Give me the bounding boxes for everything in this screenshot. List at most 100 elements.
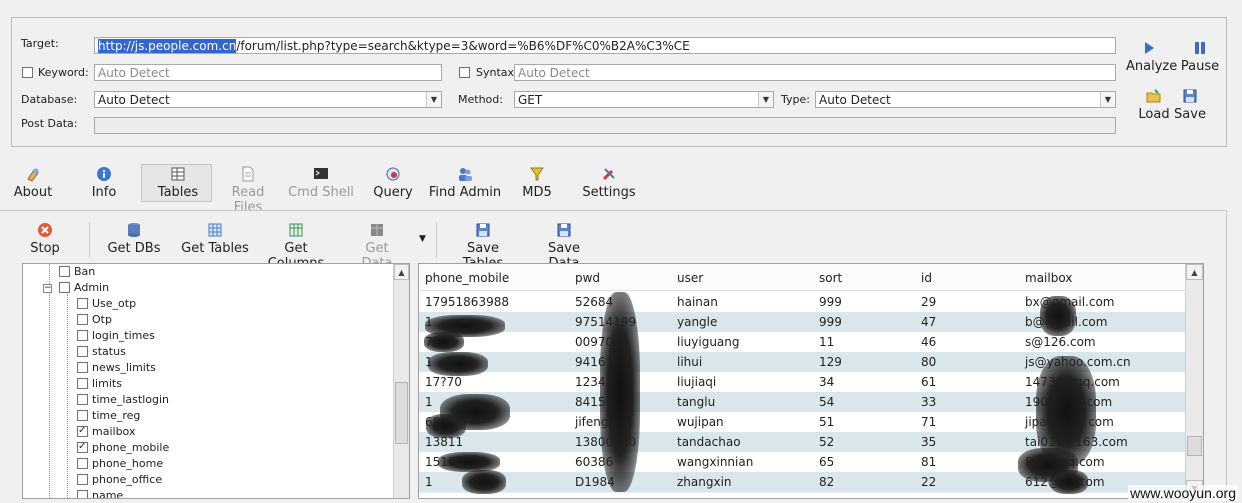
table-cell: 35 [921,435,937,449]
tree-checkbox[interactable] [77,410,88,421]
md5-button[interactable]: MD5 [516,166,558,200]
chevron-down-icon: ▼ [1100,92,1115,107]
tree-checkbox[interactable] [77,362,88,373]
table-cell: 51 [819,415,835,429]
query-label: Query [373,185,413,200]
load-button[interactable]: Load [1134,88,1174,122]
tools-icon [602,168,615,181]
type-select[interactable]: Auto Detect ▼ [815,91,1116,108]
read-files-button[interactable]: Read Files [216,166,280,215]
about-button[interactable]: About [8,166,58,200]
tree-item-label: Ban [74,265,96,278]
tree-checkbox[interactable] [77,490,88,498]
tree-column-label: Use_otp [92,297,137,310]
info-icon [97,167,111,181]
tree-checkbox[interactable] [77,458,88,469]
scroll-up-icon[interactable]: ▲ [1186,264,1203,280]
table-cell: 71 [921,415,937,429]
settings-button[interactable]: Settings [580,166,638,200]
target-input[interactable]: http://js.people.com.cn/forum/list.php?t… [94,37,1116,54]
tables-label: Tables [157,185,199,200]
method-select[interactable]: GET ▼ [514,91,774,108]
tree-column-label: login_times [92,329,155,342]
table-cell: 52 [819,435,835,449]
syntax-input[interactable]: Auto Detect [514,64,1116,81]
about-icon [27,168,39,182]
table-cell: liujiaqi [677,375,717,389]
tree-checkbox[interactable] [77,330,88,341]
database-value: Auto Detect [98,93,170,107]
info-button[interactable]: Info [82,166,126,200]
tree-checkbox[interactable] [77,298,88,309]
column-header[interactable]: pwd [575,271,600,285]
find-admin-button[interactable]: Find Admin [428,166,502,200]
save-button[interactable]: Save [1172,88,1208,122]
tree-scroll-thumb[interactable] [395,382,408,444]
tree-checkbox[interactable] [77,394,88,405]
collapse-icon[interactable]: − [43,284,52,293]
get-dbs-label: Get DBs [107,241,161,256]
tree-checkbox[interactable] [77,474,88,485]
column-header[interactable]: user [677,271,703,285]
table-cell: 1 [425,475,433,489]
tree-checkbox[interactable] [77,424,88,438]
column-header[interactable]: phone_mobile [425,271,509,285]
table-grid-icon [208,223,222,237]
table-cell: 47 [921,315,937,329]
get-dbs-button[interactable]: Get DBs [106,222,162,256]
get-data-dropdown-icon[interactable]: ▼ [419,234,426,244]
pause-button[interactable]: Pause [1180,40,1220,74]
column-header[interactable]: mailbox [1025,271,1072,285]
table-row[interactable]: 770097061liuyiguang1146s@126.com [419,332,1185,353]
tree-checkbox[interactable] [77,346,88,357]
keyword-input[interactable]: Auto Detect [94,64,442,81]
type-label: Type: [781,93,810,106]
md5-icon [530,167,544,181]
tables-tab[interactable]: Tables [150,166,206,200]
scroll-up-icon[interactable]: ▲ [394,264,409,280]
pause-icon [1195,42,1205,54]
floppy-disk-icon [1183,89,1197,103]
pause-label: Pause [1180,59,1220,74]
keyword-label: Keyword: [38,66,89,79]
table-cell: lihui [677,355,703,369]
postdata-input[interactable] [94,117,1116,134]
table-cell: 81 [921,455,937,469]
keyword-checkbox[interactable] [22,67,33,78]
tree-guide-line [49,264,50,498]
tree-checkbox[interactable] [59,282,70,293]
grid-scrollbar[interactable]: ▲ ▼ [1185,264,1203,498]
table-cell: 22 [921,475,937,489]
toolbar-separator [89,222,90,258]
syntax-checkbox[interactable] [459,67,470,78]
get-tables-button[interactable]: Get Tables [180,222,250,256]
table-cell: tanglu [677,395,716,409]
tree-checkbox[interactable] [77,440,88,454]
tree-scrollbar[interactable]: ▲ [393,264,409,498]
tree-column-label: time_reg [92,409,141,422]
table-cell: hainan [677,295,718,309]
database-select[interactable]: Auto Detect ▼ [94,91,442,108]
target-label: Target: [21,37,59,50]
save-label: Save [1174,107,1206,122]
table-cell: 11 [819,335,835,349]
tree-column-label: status [92,345,126,358]
query-button[interactable]: Query [368,166,418,200]
table-cell: 1 [425,395,433,409]
tree-checkbox[interactable] [77,378,88,389]
stop-button[interactable]: Stop [24,222,66,256]
tree-checkbox[interactable] [59,266,70,277]
settings-label: Settings [582,185,636,200]
cmd-shell-button[interactable]: Cmd Shell [288,166,354,200]
columns-icon [289,223,303,237]
tree-checkbox[interactable] [77,314,88,325]
table-cell: wujipan [677,415,724,429]
column-header[interactable]: id [921,271,932,285]
floppy-disk-icon [476,223,490,237]
column-header[interactable]: sort [819,271,842,285]
grid-scroll-thumb[interactable] [1187,436,1202,456]
play-icon [1145,42,1154,54]
analyze-button[interactable]: Analyze [1126,40,1177,74]
tree-column-label: news_limits [92,361,156,374]
table-cell: 80 [921,355,937,369]
